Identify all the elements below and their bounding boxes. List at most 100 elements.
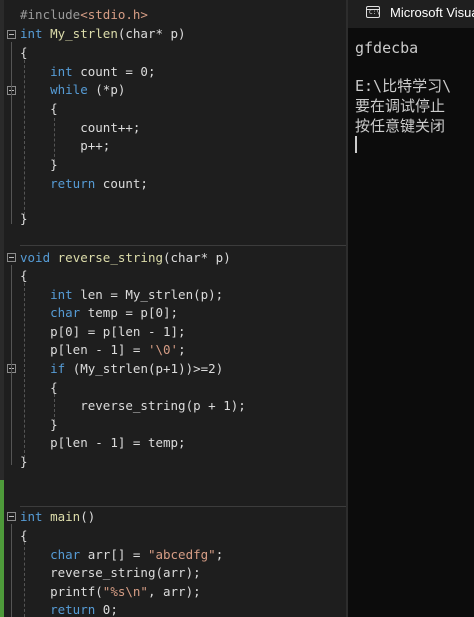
code-line: printf("%s\n", arr); bbox=[20, 582, 201, 601]
code-line: int main() bbox=[20, 507, 95, 526]
brace: } bbox=[50, 157, 58, 172]
fold-toggle-main[interactable] bbox=[7, 512, 16, 521]
code-line: { bbox=[20, 99, 58, 118]
console-line: 要在调试停止 bbox=[355, 97, 446, 115]
console-line: 按任意键关闭 bbox=[355, 117, 446, 135]
call: My_strlen bbox=[80, 361, 148, 376]
semicolon: ; bbox=[178, 342, 186, 357]
function-name: My_strlen bbox=[50, 26, 118, 41]
params: () bbox=[80, 509, 96, 524]
code-line: return 0; bbox=[20, 600, 118, 617]
code-line: char temp = p[0]; bbox=[20, 303, 178, 322]
console-titlebar[interactable]: C:\ Microsoft Visual bbox=[348, 0, 474, 28]
code-line: #include<stdio.h> bbox=[20, 5, 148, 24]
keyword: int bbox=[50, 287, 73, 302]
brace: { bbox=[20, 45, 28, 60]
brace: { bbox=[20, 528, 28, 543]
string-literal: "abcedfg" bbox=[147, 547, 216, 562]
statement: arr[] = bbox=[80, 547, 148, 562]
statement: count++; bbox=[80, 120, 141, 135]
code-line: reverse_string(arr); bbox=[20, 563, 201, 582]
char-literal: '\0' bbox=[147, 342, 179, 357]
change-marker bbox=[0, 480, 4, 617]
keyword: int bbox=[50, 64, 73, 79]
condition: (*p) bbox=[87, 82, 126, 97]
string-literal: "%s\n" bbox=[102, 584, 148, 599]
terminal-icon: C:\ bbox=[366, 6, 380, 18]
statement: p++; bbox=[80, 138, 111, 153]
keyword: char bbox=[50, 547, 81, 562]
args: , arr); bbox=[147, 584, 201, 599]
params: (char* p) bbox=[163, 250, 231, 265]
statement: p[len - 1] = temp; bbox=[50, 435, 186, 450]
keyword: void bbox=[20, 250, 51, 265]
code-line: } bbox=[20, 209, 28, 228]
statement: len = bbox=[72, 287, 126, 302]
fold-toggle-my-strlen[interactable] bbox=[7, 30, 16, 39]
code-line: p[0] = p[len - 1]; bbox=[20, 322, 186, 341]
call: reverse_string bbox=[50, 565, 156, 580]
code-editor[interactable]: #include<stdio.h> int My_strlen(char* p)… bbox=[0, 0, 346, 617]
code-line: int My_strlen(char* p) bbox=[20, 24, 186, 43]
code-line: p[len - 1] = '\0'; bbox=[20, 340, 186, 359]
code-line: count++; bbox=[20, 118, 140, 137]
preprocessor-directive: #include bbox=[20, 7, 81, 22]
fold-range-line bbox=[11, 265, 13, 465]
text-cursor bbox=[355, 136, 357, 153]
code-line: { bbox=[20, 526, 28, 545]
code-line: return count; bbox=[20, 174, 148, 193]
code-line: char arr[] = "abcedfg"; bbox=[20, 545, 223, 564]
condition: (p+1))>=2) bbox=[147, 361, 224, 376]
call: printf bbox=[50, 584, 96, 599]
code-line: p[len - 1] = temp; bbox=[20, 433, 186, 452]
keyword: return bbox=[50, 602, 96, 617]
code-line: { bbox=[20, 266, 28, 285]
keyword: return bbox=[50, 176, 96, 191]
condition: ( bbox=[65, 361, 81, 376]
statement: count; bbox=[95, 176, 148, 191]
paren: ( bbox=[95, 584, 103, 599]
console-output: gfdecba bbox=[355, 39, 419, 57]
code-line: while (*p) bbox=[20, 80, 125, 99]
code-line: { bbox=[20, 378, 58, 397]
statement: 0; bbox=[95, 602, 118, 617]
code-line: } bbox=[20, 415, 58, 434]
statement: temp = p[0]; bbox=[80, 305, 179, 320]
code-line: int count = 0; bbox=[20, 62, 155, 81]
fold-range-line bbox=[11, 42, 13, 224]
brace: } bbox=[20, 211, 28, 226]
include-header: <stdio.h> bbox=[80, 7, 148, 22]
console-line: E:\比特学习\ bbox=[355, 77, 452, 95]
window-title: Microsoft Visual bbox=[390, 5, 474, 20]
brace: { bbox=[50, 380, 58, 395]
code-line: reverse_string(p + 1); bbox=[20, 396, 246, 415]
console-window[interactable]: C:\ Microsoft Visual gfdecba E:\比特学习\ 要在… bbox=[348, 0, 474, 617]
params: (char* p) bbox=[117, 26, 186, 41]
args: (arr); bbox=[155, 565, 201, 580]
code-line: if (My_strlen(p+1))>=2) bbox=[20, 359, 223, 378]
statement: p[len - 1] = bbox=[50, 342, 148, 357]
brace: { bbox=[50, 101, 58, 116]
code-line: p++; bbox=[20, 136, 110, 155]
keyword: while bbox=[50, 82, 88, 97]
function-name: reverse_string bbox=[57, 250, 163, 265]
brace: } bbox=[50, 417, 58, 432]
semicolon: ; bbox=[215, 547, 224, 562]
code-line: } bbox=[20, 452, 28, 471]
fold-toggle-reverse-string[interactable] bbox=[7, 253, 16, 262]
statement: p[0] = p[len - 1]; bbox=[50, 324, 186, 339]
keyword: char bbox=[50, 305, 81, 320]
fold-range-line bbox=[11, 524, 13, 617]
call: reverse_string bbox=[80, 398, 186, 413]
brace: { bbox=[20, 268, 28, 283]
statement: count = 0; bbox=[72, 64, 156, 79]
args: (p); bbox=[193, 287, 224, 302]
keyword: if bbox=[50, 361, 66, 376]
keyword: int bbox=[20, 26, 43, 41]
code-line: } bbox=[20, 155, 58, 174]
call: My_strlen bbox=[125, 287, 194, 302]
args: (p + 1); bbox=[185, 398, 246, 413]
brace: } bbox=[20, 454, 28, 469]
function-name: main bbox=[50, 509, 81, 524]
function-separator bbox=[20, 245, 346, 246]
